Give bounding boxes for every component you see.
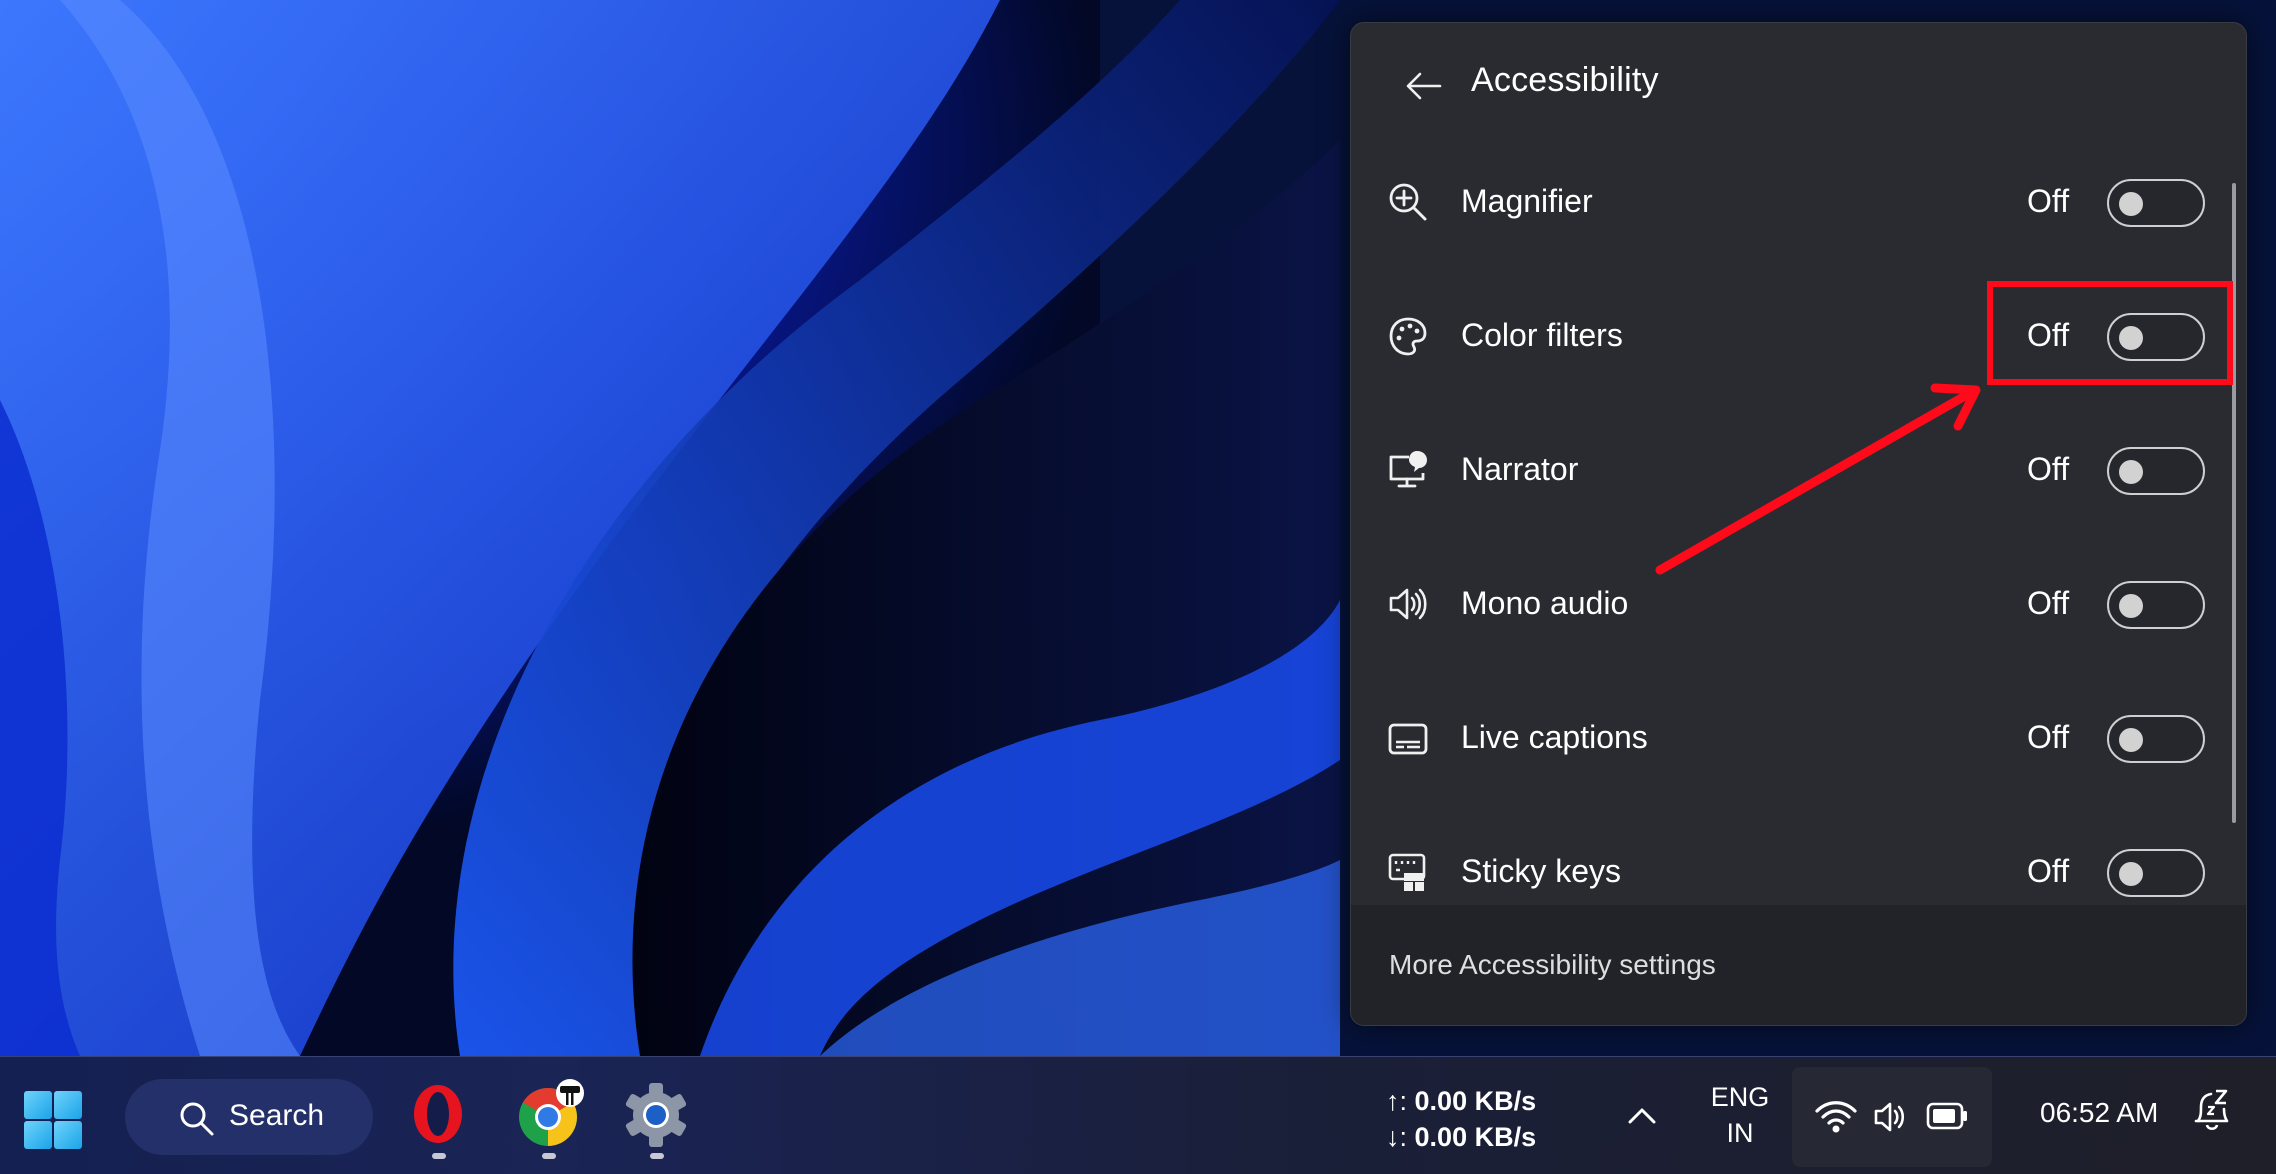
taskbar-app-settings[interactable] — [616, 1079, 696, 1159]
chevron-up-icon — [1628, 1108, 1656, 1124]
language-code: ENG — [1710, 1082, 1770, 1112]
setting-row-live-captions[interactable]: Live captions Off — [1351, 671, 2221, 805]
panel-title: Accessibility — [1471, 61, 1659, 99]
windows-logo-icon — [24, 1091, 82, 1149]
keyboard-icon — [1388, 853, 1426, 891]
upload-speed-value: 0.00 KB/s — [1414, 1086, 1537, 1116]
settings-gear-icon — [625, 1083, 687, 1147]
battery-icon — [1926, 1102, 1967, 1130]
wifi-icon — [1815, 1101, 1857, 1133]
back-button[interactable] — [1399, 65, 1449, 107]
notification-center-button[interactable] — [2190, 1087, 2234, 1135]
toggle-knob — [2119, 862, 2143, 886]
setting-state: Off — [2027, 719, 2070, 755]
magnifier-toggle[interactable] — [2107, 179, 2205, 227]
captions-icon — [1388, 723, 1428, 755]
taskbar-app-chrome[interactable] — [508, 1079, 588, 1159]
taskbar: Search ↑: 0.00 KB/s ↓: 0.00 KB/s ENG IN … — [0, 1056, 2276, 1174]
panel-footer: More Accessibility settings — [1351, 905, 2246, 1025]
accessibility-quick-settings-panel: Accessibility Magnifier Off Color filter… — [1350, 22, 2247, 1026]
setting-row-narrator[interactable]: Narrator Off — [1351, 403, 2221, 537]
setting-label: Magnifier — [1461, 183, 1593, 219]
network-speed-meter: ↑: 0.00 KB/s ↓: 0.00 KB/s — [1386, 1083, 1536, 1155]
taskbar-search-box[interactable]: Search — [125, 1079, 373, 1155]
setting-label: Color filters — [1461, 317, 1623, 353]
download-speed: ↓: 0.00 KB/s — [1386, 1119, 1536, 1155]
region-code: IN — [1726, 1118, 1754, 1148]
narrator-icon — [1389, 451, 1427, 488]
setting-state: Off — [2027, 451, 2070, 487]
setting-state: Off — [2027, 183, 2070, 219]
opera-icon — [414, 1085, 462, 1143]
setting-state: Off — [2027, 853, 2070, 889]
upload-speed: ↑: 0.00 KB/s — [1386, 1083, 1536, 1119]
setting-label: Mono audio — [1461, 585, 1629, 621]
toggle-knob — [2119, 728, 2143, 752]
running-indicator — [542, 1153, 556, 1159]
speaker-icon — [1389, 588, 1427, 620]
back-arrow-icon — [1406, 72, 1442, 100]
quick-settings-tray-button[interactable] — [1792, 1067, 1992, 1167]
input-language-indicator[interactable]: ENG IN — [1705, 1079, 1775, 1151]
more-accessibility-settings-link[interactable]: More Accessibility settings — [1389, 949, 1716, 981]
toggle-knob — [2119, 594, 2143, 618]
setting-state: Off — [2027, 585, 2070, 621]
download-arrow-label: ↓: — [1386, 1122, 1408, 1152]
sticky-keys-toggle[interactable] — [2107, 849, 2205, 897]
toggle-knob — [2119, 460, 2143, 484]
setting-label: Narrator — [1461, 451, 1579, 487]
download-speed-value: 0.00 KB/s — [1414, 1122, 1537, 1152]
color-palette-icon — [1389, 317, 1427, 356]
live-captions-toggle[interactable] — [2107, 715, 2205, 763]
taskbar-clock[interactable]: 06:52 AM — [2040, 1097, 2158, 1129]
taskbar-app-opera[interactable] — [398, 1079, 478, 1159]
narrator-toggle[interactable] — [2107, 447, 2205, 495]
setting-row-magnifier[interactable]: Magnifier Off — [1351, 135, 2221, 269]
mono-audio-toggle[interactable] — [2107, 581, 2205, 629]
running-indicator — [432, 1153, 446, 1159]
magnifier-icon — [1389, 183, 1427, 221]
show-hidden-icons-button[interactable] — [1622, 1095, 1662, 1135]
search-icon — [180, 1102, 214, 1136]
panel-scrollbar[interactable] — [2232, 183, 2236, 823]
start-button[interactable] — [22, 1089, 90, 1151]
setting-label: Live captions — [1461, 719, 1648, 755]
volume-icon — [1874, 1102, 1905, 1132]
upload-arrow-label: ↑: — [1386, 1086, 1408, 1116]
notification-bell-snooze-icon — [2194, 1089, 2229, 1131]
setting-row-mono-audio[interactable]: Mono audio Off — [1351, 537, 2221, 671]
chrome-icon — [519, 1079, 584, 1146]
annotation-highlight-box — [1987, 281, 2233, 385]
setting-label: Sticky keys — [1461, 853, 1622, 889]
search-label: Search — [229, 1099, 325, 1132]
toggle-knob — [2119, 192, 2143, 216]
panel-header: Accessibility — [1351, 23, 2246, 143]
running-indicator — [650, 1153, 664, 1159]
